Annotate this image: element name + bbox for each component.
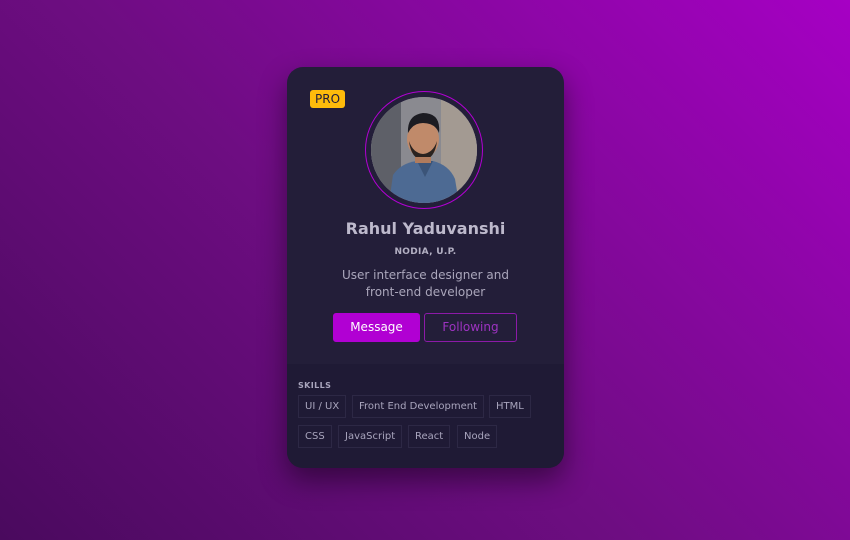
skill-chip-front-end-development: Front End Development [352, 395, 484, 418]
skills-title: SKILLS [298, 381, 332, 390]
skills-section: SKILLS UI / UX Front End Development HTM… [287, 364, 564, 468]
profile-card: PRO Rahul Yaduvanshi NODIA, U.P. User in… [287, 67, 564, 468]
profile-name: Rahul Yaduvanshi [345, 219, 506, 238]
profile-location: NODIA, U.P. [394, 247, 457, 257]
skill-chip-node: Node [457, 425, 498, 448]
message-button[interactable]: Message [333, 313, 420, 342]
skill-chip-ui-ux: UI / UX [298, 395, 347, 418]
skill-chip-javascript: JavaScript [338, 425, 403, 448]
avatar-photo [371, 97, 477, 203]
avatar [371, 97, 477, 203]
skill-chip-html: HTML [489, 395, 531, 418]
bio-line-1: User interface designer and [341, 268, 509, 282]
profile-bio: User interface designer and front-end de… [325, 267, 526, 301]
skill-chip-css: CSS [298, 425, 332, 448]
pro-badge: PRO [310, 90, 346, 108]
skill-chip-react: React [408, 425, 451, 448]
following-button[interactable]: Following [424, 313, 517, 342]
bio-line-2: front-end developer [365, 285, 486, 299]
